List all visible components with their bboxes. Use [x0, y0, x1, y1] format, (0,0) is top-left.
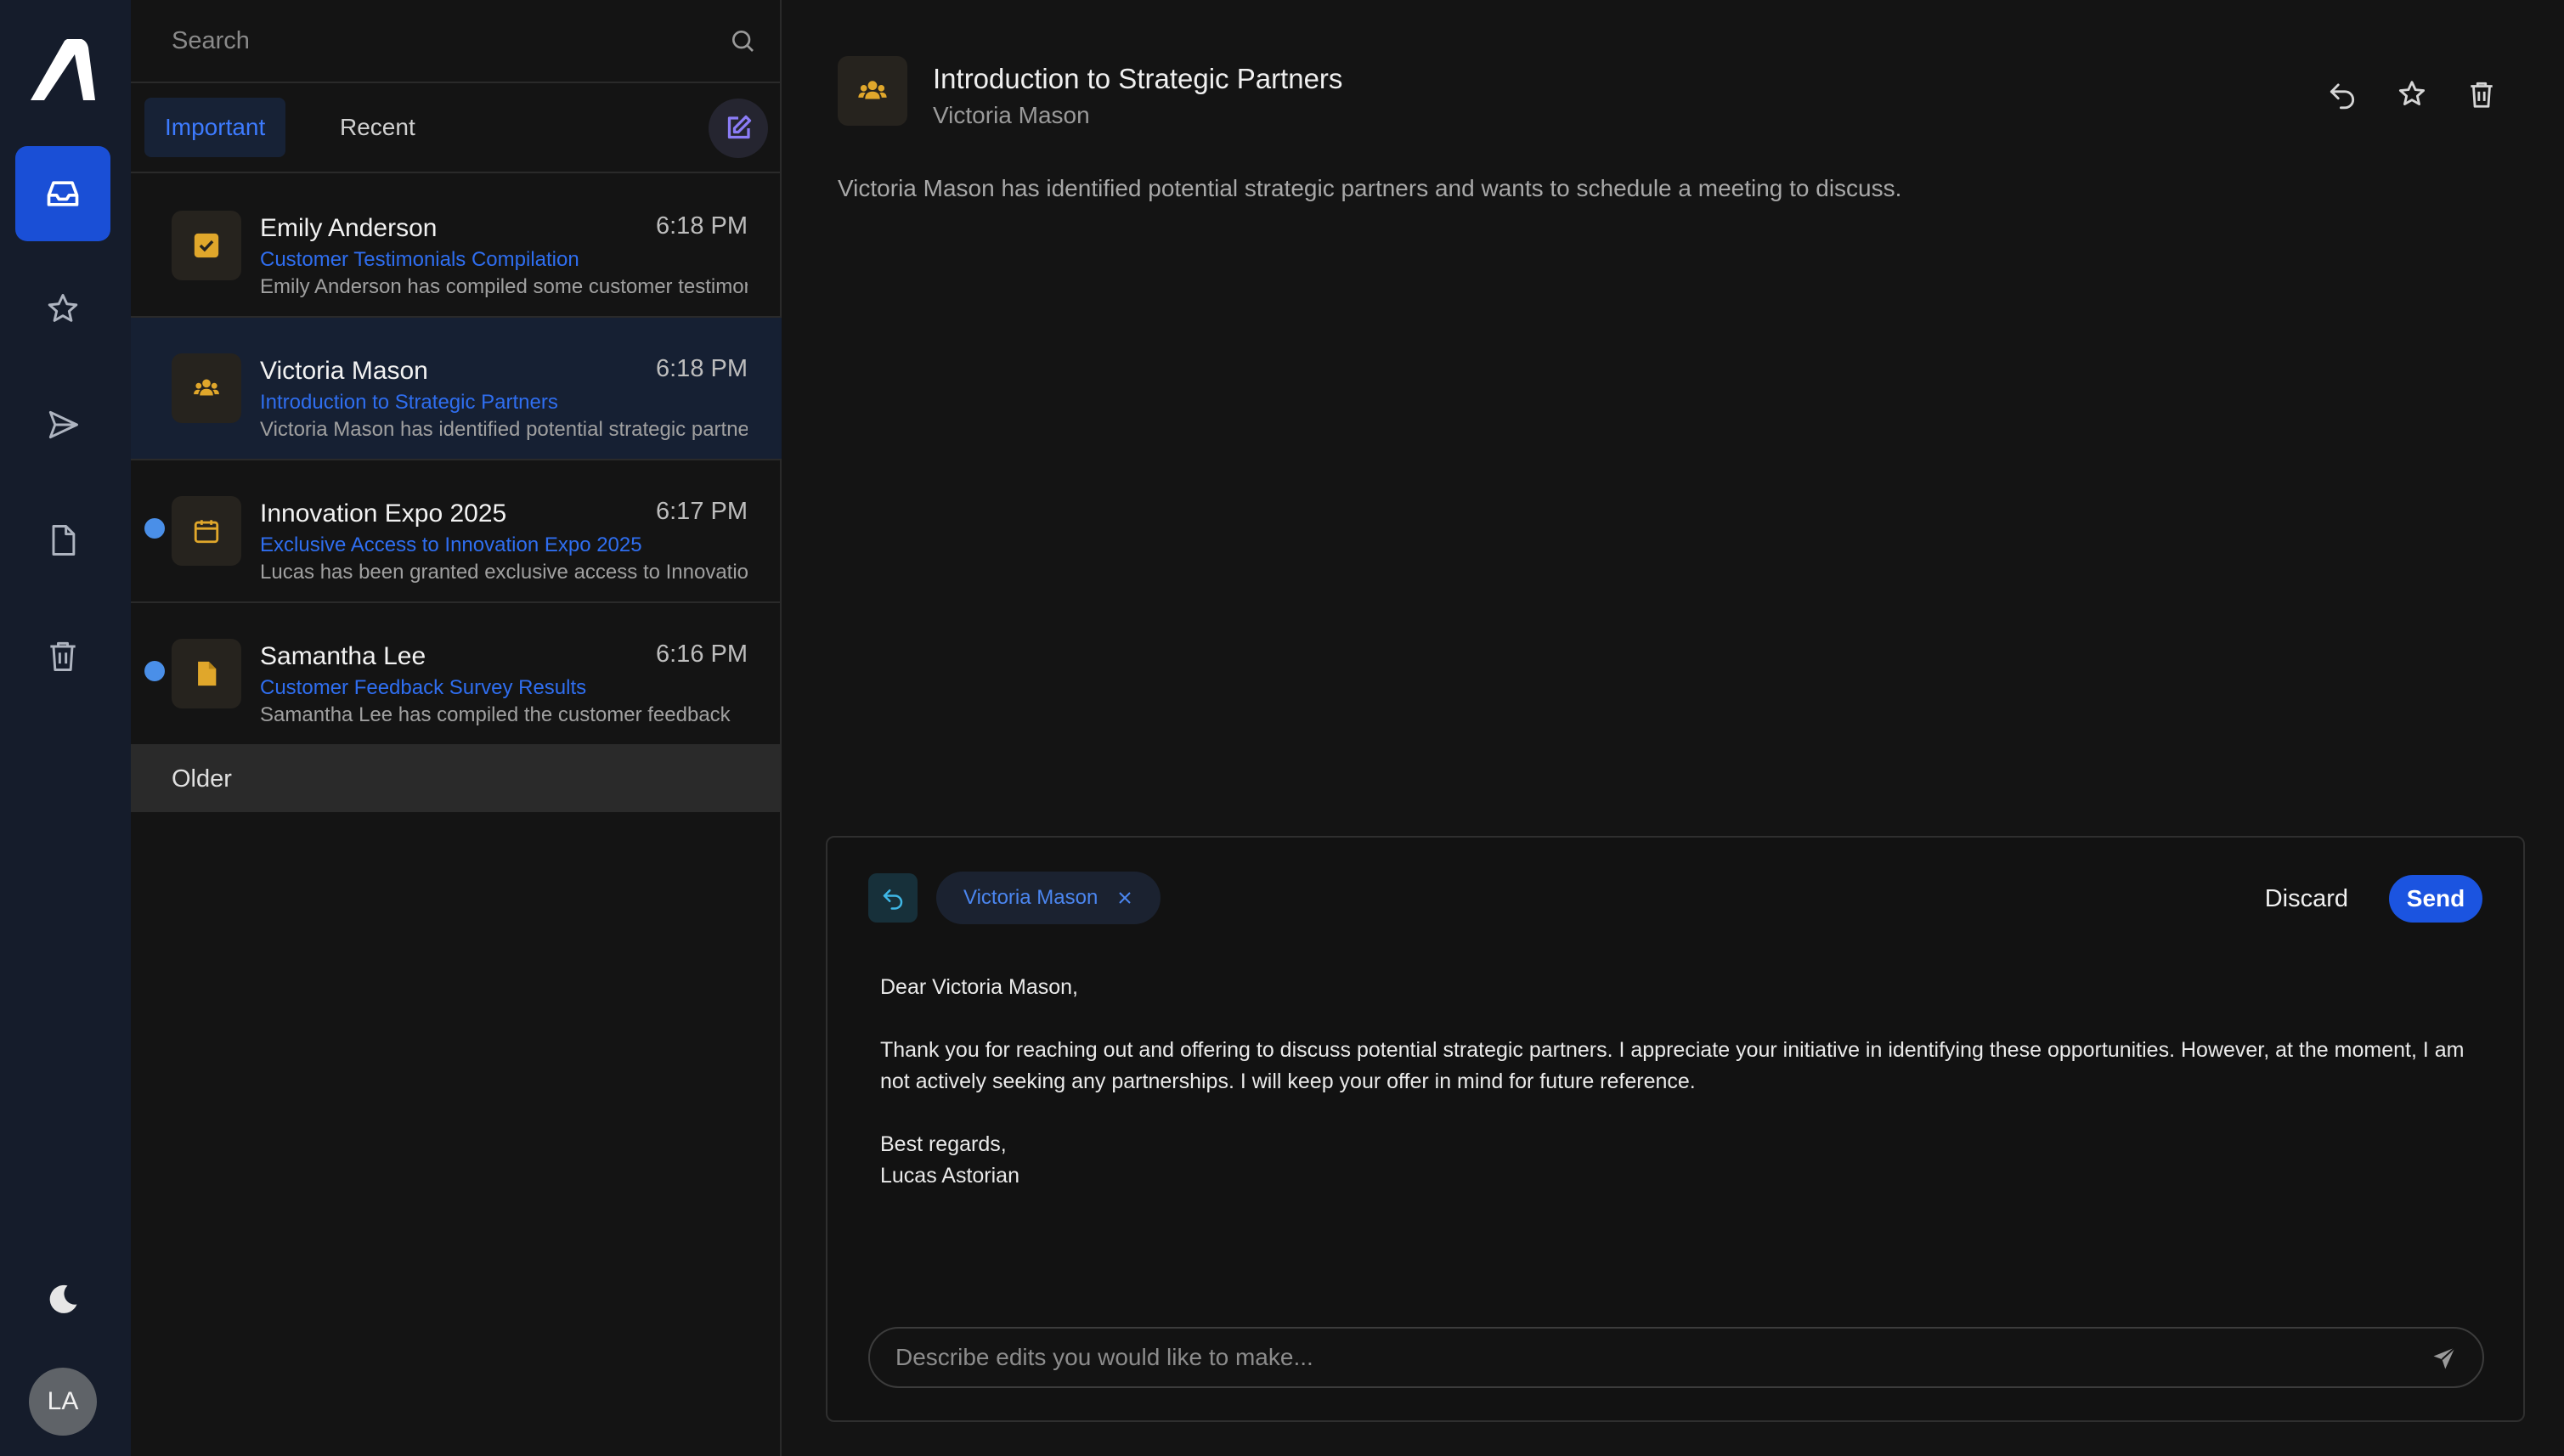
message-subject: Customer Testimonials Compilation [260, 248, 579, 271]
draft-greeting: Dear Victoria Mason, [880, 975, 1078, 999]
nav-trash-button[interactable] [15, 608, 110, 703]
message-sender: Innovation Expo 2025 [260, 499, 507, 528]
message-list-item[interactable]: Emily Anderson 6:18 PM Customer Testimon… [131, 175, 782, 318]
inbox-icon [44, 175, 82, 212]
message-preview: Emily Anderson has compiled some custome… [260, 275, 748, 298]
trash-icon [44, 637, 82, 674]
edit-instructions-input[interactable] [895, 1339, 2391, 1376]
unread-indicator [144, 518, 165, 539]
nav-starred-button[interactable] [15, 262, 110, 357]
nav-sent-button[interactable] [15, 377, 110, 472]
edit-icon [723, 113, 754, 144]
message-preview: Lucas has been granted exclusive access … [260, 561, 748, 584]
message-sender-name: Victoria Mason [933, 102, 1090, 128]
discard-button[interactable]: Discard [2256, 875, 2357, 923]
message-time: 6:17 PM [656, 498, 748, 525]
message-preview: Samantha Lee has compiled the customer f… [260, 703, 731, 726]
send-icon [44, 406, 82, 443]
message-list-item-selected[interactable]: Victoria Mason 6:18 PM Introduction to S… [131, 318, 782, 460]
document-icon [44, 522, 82, 559]
message-title: Introduction to Strategic Partners [933, 63, 1343, 94]
message-preview: Victoria Mason has identified potential … [260, 418, 748, 441]
search-icon[interactable] [729, 27, 756, 54]
file-icon [172, 639, 241, 708]
nav-inbox-button[interactable] [15, 146, 110, 241]
message-list-item[interactable]: Samantha Lee 6:16 PM Customer Feedback S… [131, 603, 782, 746]
tab-important[interactable]: Important [144, 98, 286, 157]
message-list-item[interactable]: Innovation Expo 2025 6:17 PM Exclusive A… [131, 460, 782, 603]
draft-body[interactable]: Dear Victoria Mason, Thank you for reach… [880, 972, 2477, 1192]
nav-rail: LA [0, 0, 131, 1456]
unread-indicator [144, 661, 165, 681]
message-subject: Exclusive Access to Innovation Expo 2025 [260, 533, 642, 556]
compose-button[interactable] [709, 99, 768, 158]
draft-signature: Lucas Astorian [880, 1164, 1019, 1188]
people-icon [172, 353, 241, 423]
message-subject: Introduction to Strategic Partners [260, 391, 558, 414]
checkbox-icon [172, 211, 241, 280]
message-sender: Samantha Lee [260, 642, 426, 670]
reply-icon [880, 885, 906, 911]
calendar-icon [172, 496, 241, 566]
edit-instructions-box [868, 1327, 2484, 1388]
recipient-chip: Victoria Mason [936, 872, 1161, 924]
older-section-header[interactable]: Older [131, 746, 782, 812]
recipient-name: Victoria Mason [963, 886, 1098, 909]
moon-icon [44, 1281, 82, 1318]
message-time: 6:18 PM [656, 355, 748, 382]
star-icon[interactable] [2396, 78, 2428, 110]
paper-plane-icon[interactable] [2431, 1346, 2457, 1371]
tab-recent[interactable]: Recent [319, 98, 436, 157]
people-icon [838, 56, 907, 126]
nav-drafts-button[interactable] [15, 493, 110, 588]
message-time: 6:16 PM [656, 641, 748, 668]
message-sender: Victoria Mason [260, 357, 428, 385]
draft-paragraph: Thank you for reaching out and offering … [880, 1038, 2465, 1093]
message-time: 6:18 PM [656, 212, 748, 240]
reply-icon[interactable] [2326, 78, 2358, 110]
reading-pane: Introduction to Strategic Partners Victo… [783, 0, 2564, 1456]
message-subject: Customer Feedback Survey Results [260, 676, 587, 699]
message-body: Victoria Mason has identified potential … [838, 175, 1902, 201]
close-icon[interactable] [1116, 889, 1133, 906]
message-sender: Emily Anderson [260, 214, 438, 242]
app-logo-icon[interactable] [31, 39, 95, 100]
search-input[interactable] [172, 20, 681, 61]
reply-mode-button[interactable] [868, 873, 918, 923]
reply-composer: Victoria Mason Discard Send Dear Victori… [826, 836, 2525, 1422]
message-actions [2326, 78, 2498, 110]
message-tabs: Important Recent [131, 83, 782, 173]
star-icon [44, 291, 82, 328]
user-avatar[interactable]: LA [29, 1368, 97, 1436]
search-bar [131, 0, 782, 83]
trash-icon[interactable] [2465, 78, 2498, 110]
draft-closing: Best regards, [880, 1132, 1007, 1156]
message-list-panel: Important Recent Emily Anderson 6:18 PM … [131, 0, 782, 1456]
send-button[interactable]: Send [2389, 875, 2482, 923]
theme-toggle-button[interactable] [15, 1252, 110, 1347]
